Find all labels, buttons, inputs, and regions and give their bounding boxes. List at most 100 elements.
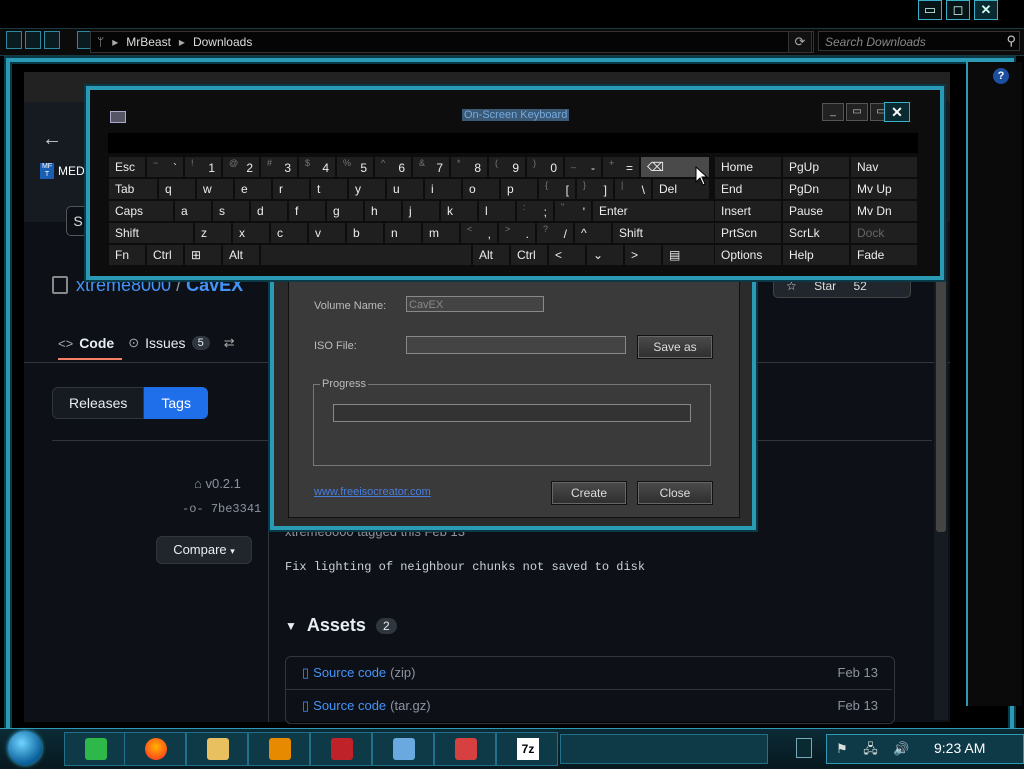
key-6[interactable]: ^ 6 [374, 156, 412, 178]
view-preview-icon[interactable] [25, 31, 41, 49]
key-9[interactable]: (9 [488, 156, 526, 178]
iso-file-input[interactable] [406, 336, 626, 354]
key-[interactable]: ▤ [662, 244, 722, 266]
key-prtscn[interactable]: PrtScn [714, 222, 782, 244]
key-x[interactable]: x [232, 222, 270, 244]
key-u[interactable]: u [386, 178, 424, 200]
tab-code[interactable]: <> Code [58, 328, 114, 358]
key-[interactable]: }] [576, 178, 614, 200]
tab-pull-requests[interactable]: ⇄ [224, 328, 235, 358]
clock[interactable]: 9:23 AM [934, 740, 985, 756]
maximize-button[interactable]: ◻ [946, 0, 970, 20]
key-[interactable]: _ - [564, 156, 602, 178]
key-a[interactable]: a [174, 200, 212, 222]
key-s[interactable]: s [212, 200, 250, 222]
key-pgdn[interactable]: PgDn [782, 178, 850, 200]
key-e[interactable]: e [234, 178, 272, 200]
key-d[interactable]: d [250, 200, 288, 222]
asset-item[interactable]: ▯ Source code (zip) [302, 665, 415, 681]
search-icon[interactable]: ⚲ [1006, 33, 1016, 49]
key-[interactable]: > [624, 244, 662, 266]
key-[interactable]: + = [602, 156, 640, 178]
key-[interactable]: :; [516, 200, 554, 222]
key-r[interactable]: r [272, 178, 310, 200]
key-options[interactable]: Options [714, 244, 782, 266]
key-space[interactable] [260, 244, 472, 266]
address-bar[interactable]: ᛘ ▸ MrBeast ▸ Downloads ⌄ [90, 31, 814, 53]
key-[interactable]: ⌄ [586, 244, 624, 266]
key-alt[interactable]: Alt [472, 244, 510, 266]
taskbar-search-app[interactable] [248, 732, 310, 766]
back-arrow-icon[interactable]: ← [42, 128, 62, 151]
key-h[interactable]: h [364, 200, 402, 222]
key-mvdn[interactable]: Mv Dn [850, 200, 918, 222]
key-1[interactable]: ! 1 [184, 156, 222, 178]
key-b[interactable]: b [346, 222, 384, 244]
help-icon[interactable]: ? [993, 68, 1009, 84]
taskbar-office-app[interactable] [434, 732, 496, 766]
key-5[interactable]: % 5 [336, 156, 374, 178]
key-[interactable]: ^ [574, 222, 612, 244]
taskbar-file-explorer[interactable] [186, 732, 248, 766]
key-home[interactable]: Home [714, 156, 782, 178]
key-[interactable]: {[ [538, 178, 576, 200]
key-help[interactable]: Help [782, 244, 850, 266]
key-m[interactable]: m [422, 222, 460, 244]
volume-name-input[interactable]: CavEX [406, 296, 544, 312]
osk-restore-button[interactable]: ▭ [846, 103, 868, 121]
key-g[interactable]: g [326, 200, 364, 222]
key-alt[interactable]: Alt [222, 244, 260, 266]
key-fade[interactable]: Fade [850, 244, 918, 266]
breadcrumb-mrbeast[interactable]: MrBeast [126, 35, 171, 49]
key-tab[interactable]: Tab [108, 178, 158, 200]
asset-item[interactable]: ▯ Source code (tar.gz) [302, 698, 431, 714]
key-nav[interactable]: Nav [850, 156, 918, 178]
releases-button[interactable]: Releases [52, 387, 145, 419]
key-c[interactable]: c [270, 222, 308, 244]
key-pgup[interactable]: PgUp [782, 156, 850, 178]
tags-button[interactable]: Tags [144, 387, 208, 419]
key-end[interactable]: End [714, 178, 782, 200]
key-z[interactable]: z [194, 222, 232, 244]
tag-version[interactable]: ⌂ v0.2.1 [194, 476, 241, 491]
key-2[interactable]: @2 [222, 156, 260, 178]
key-y[interactable]: y [348, 178, 386, 200]
key-mvup[interactable]: Mv Up [850, 178, 918, 200]
key-w[interactable]: w [196, 178, 234, 200]
key-[interactable]: " ' [554, 200, 592, 222]
start-button[interactable] [8, 731, 42, 765]
key-k[interactable]: k [440, 200, 478, 222]
freeisocreator-link[interactable]: www.freeisocreator.com [314, 486, 431, 498]
key-esc[interactable]: Esc [108, 156, 146, 178]
key-fn[interactable]: Fn [108, 244, 146, 266]
assets-header[interactable]: ▼ Assets 2 [285, 615, 397, 636]
key-[interactable]: <, [460, 222, 498, 244]
taskbar-notes-app[interactable] [64, 732, 126, 766]
key-v[interactable]: v [308, 222, 346, 244]
key-o[interactable]: o [462, 178, 500, 200]
key-f[interactable]: f [288, 200, 326, 222]
key-dock[interactable]: Dock [850, 222, 918, 244]
key-j[interactable]: j [402, 200, 440, 222]
key-q[interactable]: q [158, 178, 196, 200]
key-3[interactable]: #3 [260, 156, 298, 178]
taskbar-keyboard-app[interactable] [372, 732, 434, 766]
tab-issues[interactable]: ⊙ Issues 5 [128, 328, 210, 358]
key-[interactable]: ~ ` [146, 156, 184, 178]
tray-icons[interactable]: ⚑ 🖧 🔊 [836, 740, 916, 762]
view-details-icon[interactable] [6, 31, 22, 49]
taskbar-firefox[interactable] [124, 732, 186, 766]
taskbar-7zip[interactable]: 7z [496, 732, 558, 766]
key-[interactable]: ? / [536, 222, 574, 244]
key-i[interactable]: i [424, 178, 462, 200]
create-button[interactable]: Create [551, 481, 627, 505]
key-ctrl[interactable]: Ctrl [146, 244, 184, 266]
tag-commit[interactable]: -o- 7be3341 [182, 502, 261, 516]
bookmark-med[interactable]: MF T MED [40, 163, 85, 179]
search-input[interactable]: Search Downloads [818, 31, 1020, 51]
close-dialog-button[interactable]: Close [637, 481, 713, 505]
key-ctrl[interactable]: Ctrl [510, 244, 548, 266]
osk-close-button[interactable]: ✕ [884, 102, 910, 122]
key-8[interactable]: * 8 [450, 156, 488, 178]
key-4[interactable]: $4 [298, 156, 336, 178]
